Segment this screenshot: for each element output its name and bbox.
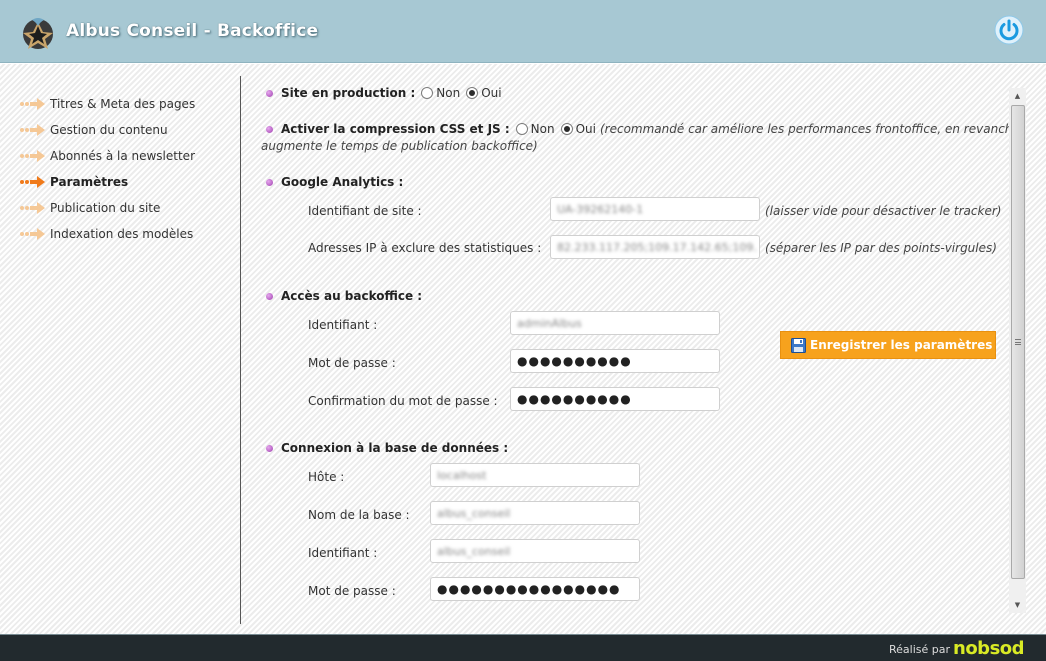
db-user-input[interactable]: albus_conseil (430, 539, 640, 563)
database-title: Connexion à la base de données : (281, 441, 509, 455)
bullet-icon (266, 89, 273, 97)
production-row: Site en production : Non Oui (266, 86, 506, 100)
albus-logo-icon (23, 18, 53, 49)
backoffice-row: Accès au backoffice : (266, 289, 422, 303)
footer-brand-link[interactable]: nobsod (953, 638, 1025, 659)
db-host-value: localhost (437, 468, 487, 482)
db-name-input[interactable]: albus_conseil (430, 501, 640, 525)
arrow-right-icon (20, 176, 45, 188)
grip-icon (1015, 339, 1021, 345)
bo-password-value: ●●●●●●●●●● (517, 354, 632, 368)
db-user-label: Identifiant : (308, 546, 378, 560)
production-no-label: Non (436, 86, 461, 100)
site-id-label: Identifiant de site : (308, 204, 422, 218)
compression-no-radio[interactable] (515, 123, 528, 135)
db-name-value: albus_conseil (437, 506, 511, 520)
app-footer: Réalisé par nobsod (0, 634, 1046, 661)
arrow-right-icon (20, 228, 45, 240)
compression-yes-radio[interactable] (560, 123, 573, 135)
bo-confirm-label: Confirmation du mot de passe : (308, 394, 498, 408)
bullet-icon (266, 178, 273, 186)
bo-login-label: Identifiant : (308, 318, 378, 332)
arrow-right-icon (20, 150, 45, 162)
sidebar-item-indexation[interactable]: Indexation des modèles (20, 224, 193, 244)
sidebar-divider (240, 76, 241, 624)
sidebar-item-gestion-contenu[interactable]: Gestion du contenu (20, 120, 168, 140)
ip-exclude-label: Adresses IP à exclure des statistiques : (308, 241, 542, 255)
db-host-input[interactable]: localhost (430, 463, 640, 487)
db-password-value: ●●●●●●●●●●●●●●●● (437, 582, 621, 596)
site-id-value: UA-39262140-1 (557, 202, 644, 216)
app-header: Albus Conseil - Backoffice (0, 0, 1046, 63)
database-row: Connexion à la base de données : (266, 441, 508, 455)
ip-exclude-input[interactable]: 82.233.117.205;109.17.142.65;109. (550, 235, 760, 259)
main-area: Titres & Meta des pages Gestion du conte… (0, 64, 1046, 634)
sidebar-item-titres-meta[interactable]: Titres & Meta des pages (20, 94, 195, 114)
content-scrollbar[interactable]: ▲ ▼ (1009, 88, 1026, 613)
compression-row: Activer la compression CSS et JS : Non O… (266, 122, 1020, 136)
production-title: Site en production : (281, 86, 416, 100)
db-password-label: Mot de passe : (308, 584, 396, 598)
compression-yes-label: Oui (575, 122, 596, 136)
bo-password-label: Mot de passe : (308, 356, 396, 370)
production-no-radio[interactable] (421, 87, 434, 99)
bo-confirm-input[interactable]: ●●●●●●●●●● (510, 387, 720, 411)
compression-title: Activer la compression CSS et JS : (281, 122, 510, 136)
app-title: Albus Conseil - Backoffice (66, 21, 319, 41)
scroll-up-arrow-icon[interactable]: ▲ (1009, 88, 1026, 104)
floppy-disk-icon (791, 337, 806, 353)
sidebar-item-label: Paramètres (50, 175, 129, 189)
sidebar-item-label: Publication du site (50, 201, 161, 215)
compression-no-label: Non (530, 122, 555, 136)
sidebar-item-parametres[interactable]: Paramètres (20, 172, 128, 192)
production-yes-radio[interactable] (466, 87, 479, 99)
db-host-label: Hôte : (308, 470, 345, 484)
bo-login-input[interactable]: adminAlbus (510, 311, 720, 335)
bo-password-input[interactable]: ●●●●●●●●●● (510, 349, 720, 373)
bullet-icon (266, 444, 273, 452)
arrow-right-icon (20, 124, 45, 136)
power-icon[interactable] (994, 15, 1024, 45)
ip-exclude-hint: (séparer les IP par des points-virgules) (765, 241, 997, 255)
compression-note-continued: augmente le temps de publication backoff… (261, 139, 538, 153)
site-id-input[interactable]: UA-39262140-1 (550, 197, 760, 221)
sidebar-item-label: Abonnés à la newsletter (50, 149, 195, 163)
bo-confirm-value: ●●●●●●●●●● (517, 392, 632, 406)
backoffice-title: Accès au backoffice : (281, 289, 423, 303)
sidebar-item-newsletter[interactable]: Abonnés à la newsletter (20, 146, 195, 166)
db-user-value: albus_conseil (437, 544, 511, 558)
sidebar-item-label: Gestion du contenu (50, 123, 168, 137)
save-settings-label: Enregistrer les paramètres (810, 338, 993, 352)
sidebar-item-label: Titres & Meta des pages (50, 97, 196, 111)
sidebar-item-publication[interactable]: Publication du site (20, 198, 160, 218)
arrow-right-icon (20, 202, 45, 214)
bullet-icon (266, 292, 273, 300)
bullet-icon (266, 125, 273, 133)
analytics-row: Google Analytics : (266, 175, 403, 189)
scroll-thumb[interactable] (1011, 105, 1025, 579)
analytics-title: Google Analytics : (281, 175, 404, 189)
arrow-right-icon (20, 98, 45, 110)
db-password-input[interactable]: ●●●●●●●●●●●●●●●● (430, 577, 640, 601)
bo-login-value: adminAlbus (517, 316, 582, 330)
save-settings-button[interactable]: Enregistrer les paramètres (780, 331, 996, 359)
ip-exclude-value: 82.233.117.205;109.17.142.65;109. (557, 240, 757, 254)
site-id-hint: (laisser vide pour désactiver le tracker… (765, 204, 1002, 218)
sidebar-item-label: Indexation des modèles (50, 227, 194, 241)
scroll-down-arrow-icon[interactable]: ▼ (1009, 597, 1026, 613)
footer-credit: Réalisé par (888, 643, 950, 656)
production-yes-label: Oui (481, 86, 502, 100)
compression-note: (recommandé car améliore les performance… (599, 122, 1020, 136)
db-name-label: Nom de la base : (308, 508, 410, 522)
